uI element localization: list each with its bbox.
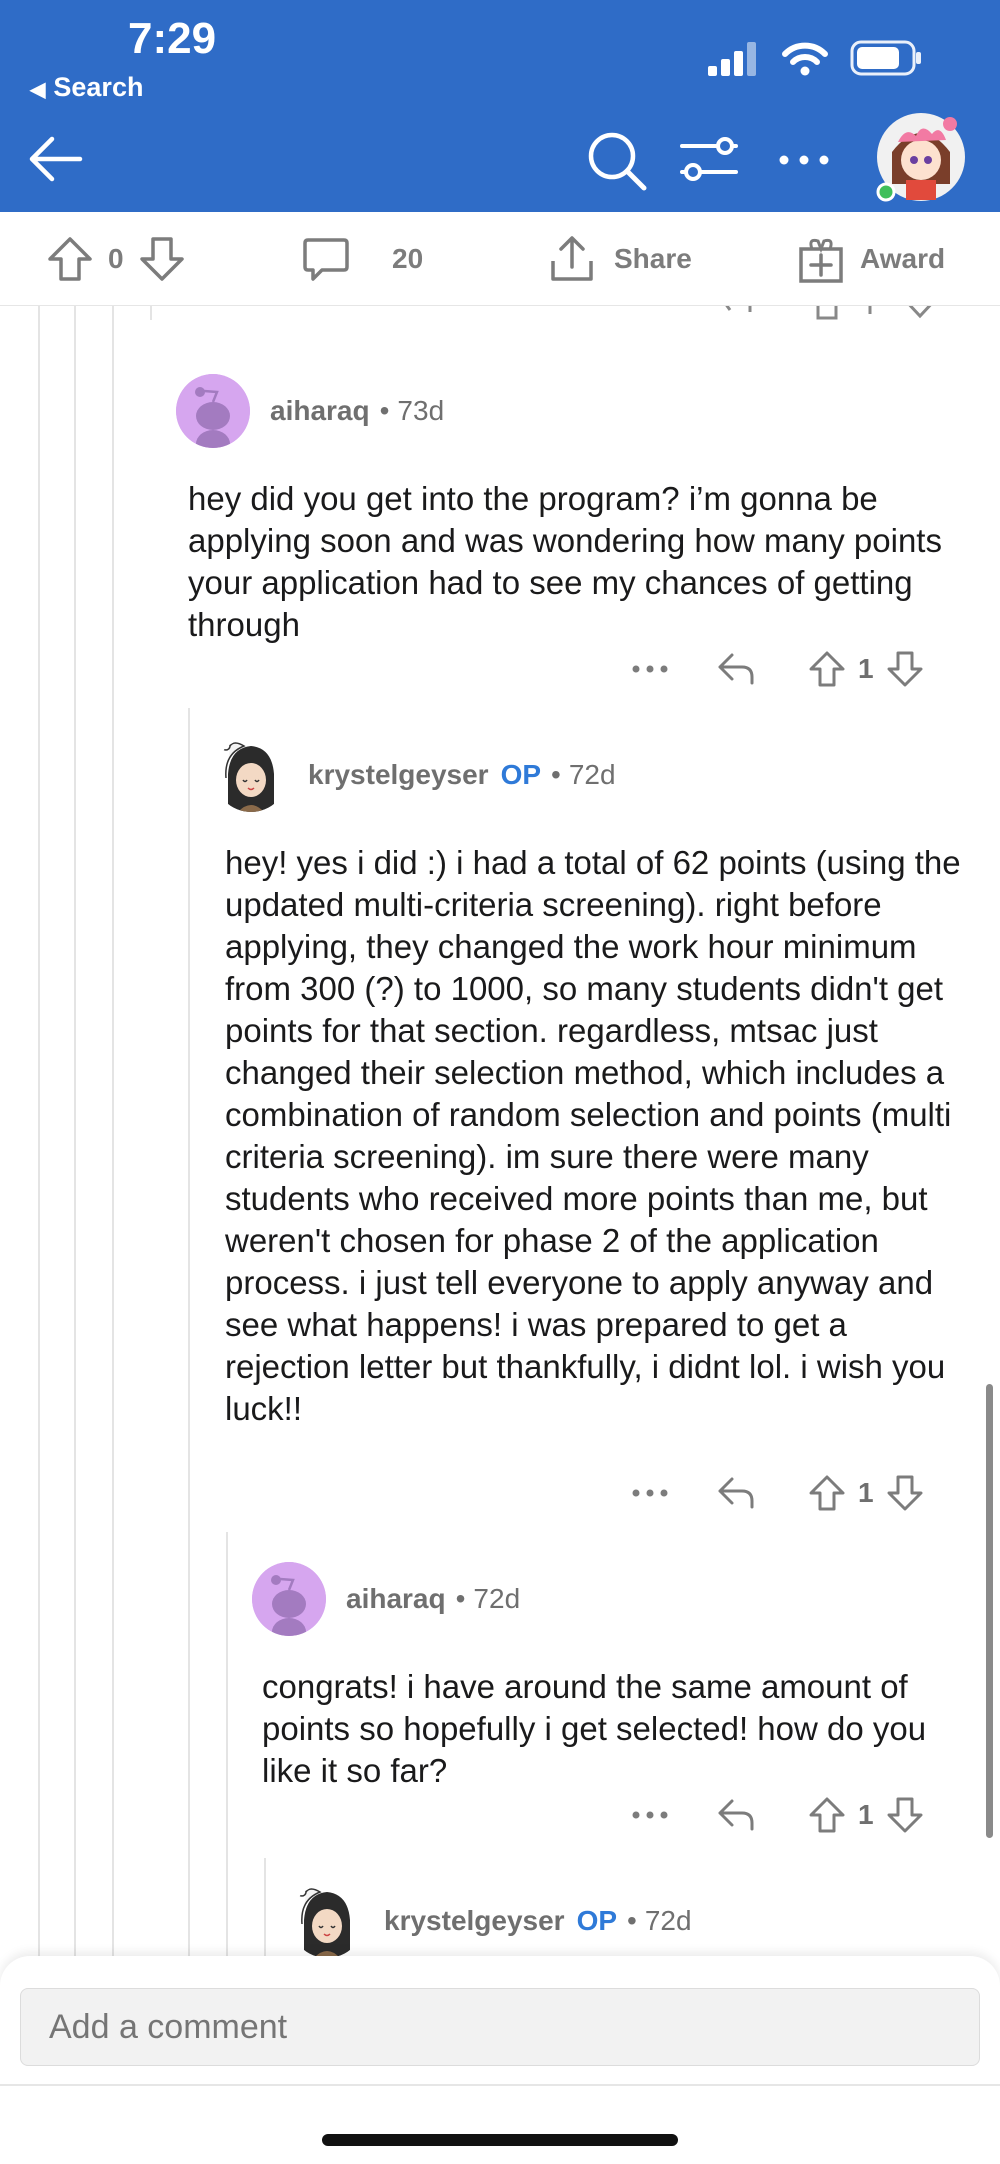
meta-separator: • [455, 1583, 466, 1614]
divider [0, 2084, 1000, 2086]
comment-actions: 1 [628, 644, 924, 694]
comment-username[interactable]: aiharaq [270, 395, 370, 427]
comment-vote-count: 1 [858, 1799, 874, 1830]
snoo-avatar-icon [252, 1562, 326, 1636]
comment-username[interactable]: krystelgeyser [384, 1905, 565, 1937]
post-vote-group: 0 [46, 212, 186, 306]
user-avatar-icon [290, 1884, 364, 1958]
thread-line-2 [74, 306, 76, 1956]
comment-vote-count: 1 [858, 653, 874, 684]
user-avatar-icon[interactable] [876, 112, 966, 202]
scrollbar[interactable] [986, 1384, 993, 1838]
comment-body: hey did you get into the program? i’m go… [188, 480, 942, 643]
comment-vote-count: 1 [858, 1477, 874, 1508]
back-to-search-label: Search [53, 72, 144, 102]
thread-line-6 [226, 1532, 228, 1956]
upvote-arrow-icon[interactable] [808, 1474, 846, 1512]
snoo-avatar-icon [176, 374, 250, 448]
comment: aiharaq • 73d hey did you get into the p… [176, 374, 956, 646]
battery-icon [850, 40, 921, 76]
back-arrow-icon[interactable] [26, 130, 84, 188]
comment-age: 72d [473, 1583, 521, 1614]
status-icons [708, 40, 922, 76]
reply-icon[interactable] [716, 1797, 756, 1833]
share-icon [551, 236, 593, 281]
more-options-icon[interactable] [628, 1805, 672, 1825]
comments-count: 20 [392, 243, 424, 274]
comment-username[interactable]: aiharaq [346, 1583, 446, 1615]
comment: krystelgeyser OP • 72d [290, 1884, 970, 1958]
comment-header: aiharaq • 72d [252, 1562, 972, 1636]
reply-icon[interactable] [716, 651, 756, 687]
status-time: 7:29 [128, 14, 217, 63]
back-triangle-icon: ◀ [30, 79, 46, 101]
app-header: 7:29 ◀ Search [0, 0, 1000, 212]
more-options-icon[interactable] [628, 659, 672, 679]
search-icon[interactable] [586, 130, 648, 192]
meta-separator: • [551, 759, 561, 790]
post-action-bar: 0 20 Share Award [0, 212, 1000, 306]
op-badge: OP [576, 1905, 618, 1936]
downvote-arrow-icon[interactable] [886, 1474, 924, 1512]
user-avatar-icon [214, 738, 288, 812]
gift-icon [799, 238, 843, 283]
wifi-icon [782, 42, 828, 76]
thread-line-7 [264, 1858, 266, 1956]
thread-line-3 [112, 306, 114, 1956]
comment-header: krystelgeyser OP • 72d [290, 1884, 970, 1958]
back-to-search-link[interactable]: ◀ Search [30, 72, 143, 103]
home-indicator[interactable] [322, 2134, 678, 2146]
thread-line-4 [150, 306, 152, 320]
share-button[interactable]: Share [548, 212, 692, 306]
comment-actions: 1 [628, 1468, 924, 1518]
comment: aiharaq • 72d congrats! i have around th… [252, 1562, 972, 1792]
op-badge: OP [500, 759, 542, 790]
post-vote-count: 0 [108, 243, 124, 274]
comment: krystelgeyser OP • 72d hey! yes i did :)… [214, 738, 974, 1430]
avatar[interactable] [214, 738, 288, 812]
meta-separator: • [379, 395, 390, 426]
comment-age: 72d [568, 759, 616, 790]
comment-body: hey! yes i did :) i had a total of 62 po… [225, 844, 961, 1427]
comment-header: krystelgeyser OP • 72d [214, 738, 974, 812]
downvote-arrow-icon[interactable] [138, 235, 186, 283]
signal-icon [708, 42, 756, 76]
more-options-icon[interactable] [778, 140, 830, 180]
comment-composer [0, 1956, 1000, 2164]
upvote-arrow-icon[interactable] [46, 235, 94, 283]
comment-bubble-icon [303, 238, 349, 281]
downvote-arrow-icon[interactable] [886, 1796, 924, 1834]
reply-icon[interactable] [716, 1475, 756, 1511]
downvote-arrow-icon[interactable] [886, 650, 924, 688]
avatar[interactable] [176, 374, 250, 448]
comment-age: 73d [397, 395, 445, 426]
award-button[interactable]: Award [798, 212, 945, 306]
previous-comment-actions [600, 306, 960, 326]
comment-username[interactable]: krystelgeyser [308, 759, 489, 791]
more-options-icon[interactable] [628, 1483, 672, 1503]
add-comment-input[interactable] [20, 1988, 980, 2066]
avatar[interactable] [290, 1884, 364, 1958]
thread-line-5 [188, 708, 190, 1956]
filter-sliders-icon[interactable] [680, 134, 738, 184]
comment-actions: 1 [628, 1790, 924, 1840]
comment-age: 72d [644, 1905, 692, 1936]
comment-header: aiharaq • 73d [176, 374, 956, 448]
meta-separator: • [627, 1905, 637, 1936]
upvote-arrow-icon[interactable] [808, 650, 846, 688]
thread-line-1 [38, 306, 40, 1956]
partial-actions-icon [725, 306, 932, 320]
comment-body: congrats! i have around the same amount … [262, 1668, 927, 1789]
comments-button[interactable]: 20 [302, 212, 423, 306]
award-label: Award [860, 243, 946, 274]
share-label: Share [614, 243, 692, 274]
avatar[interactable] [252, 1562, 326, 1636]
upvote-arrow-icon[interactable] [808, 1796, 846, 1834]
